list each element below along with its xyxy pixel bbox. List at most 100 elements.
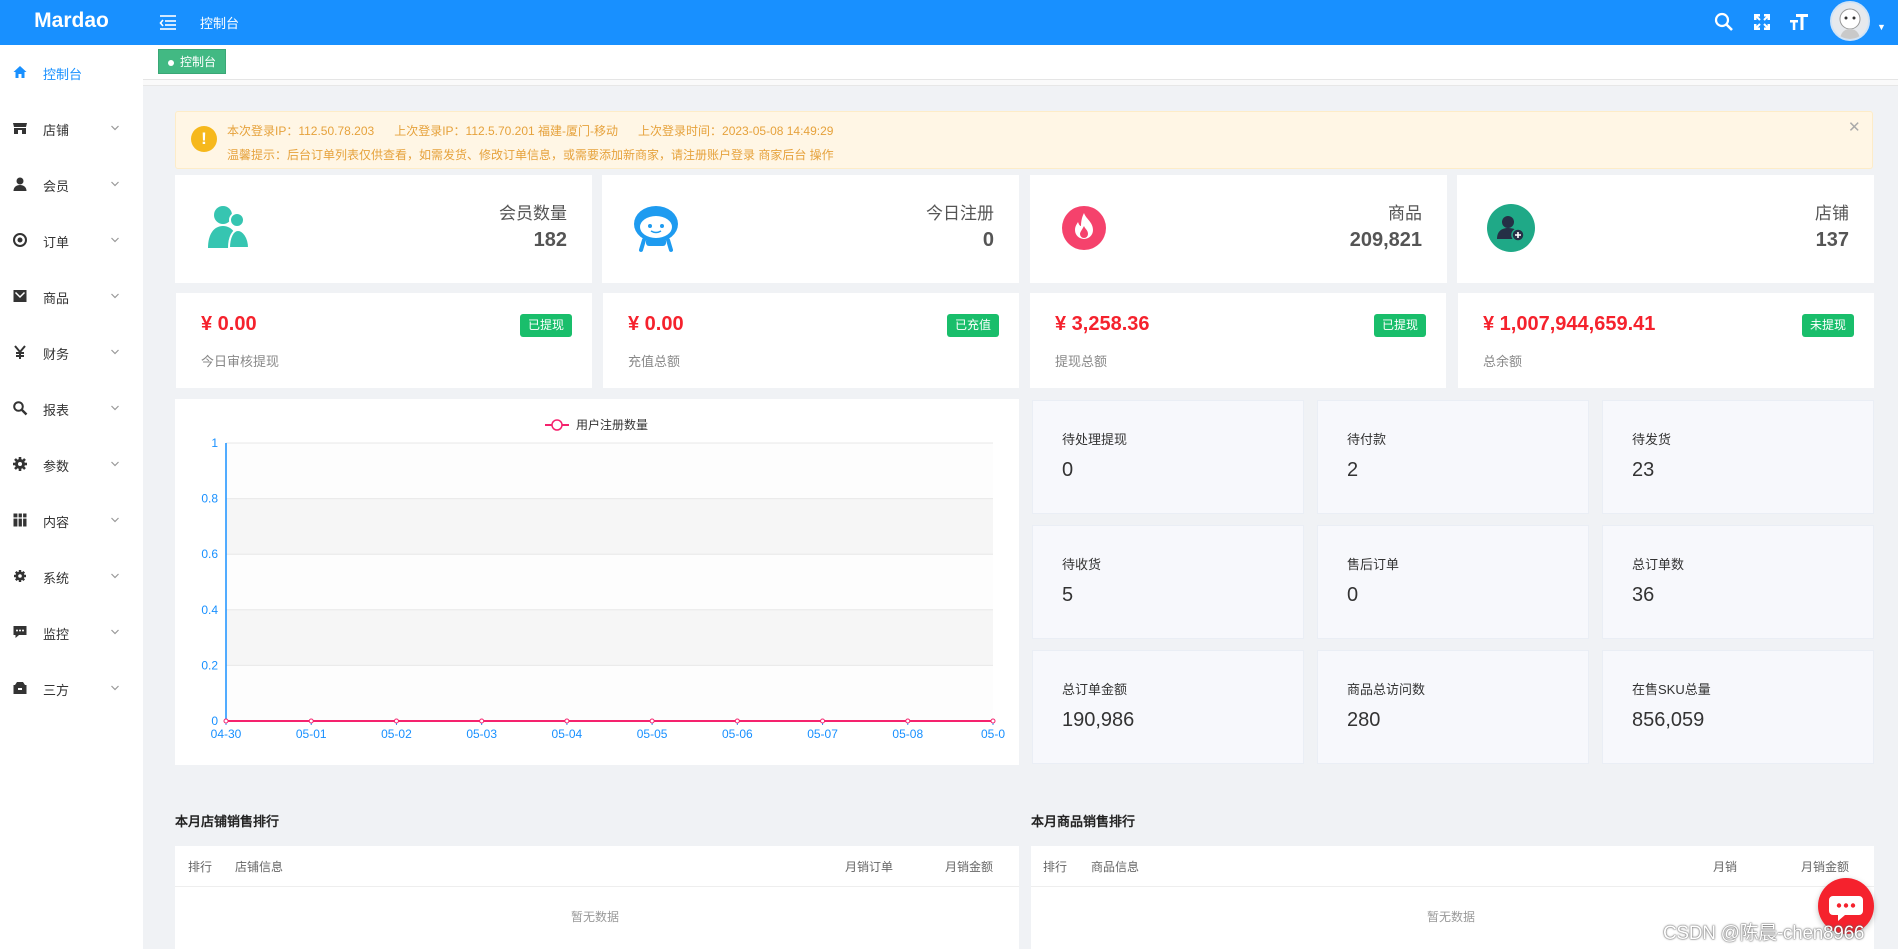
sidebar-item-params[interactable]: 参数 bbox=[0, 444, 143, 484]
message-icon bbox=[12, 624, 28, 640]
avatar-caret-icon[interactable]: ▼ bbox=[1877, 22, 1886, 32]
top-bar: Mardao 控制台 ▼ bbox=[0, 0, 1898, 45]
data-point[interactable] bbox=[649, 718, 655, 724]
sidebar-item-finance[interactable]: 财务 bbox=[0, 332, 143, 372]
sidebar-item-dashboard[interactable]: 控制台 bbox=[0, 52, 143, 92]
sidebar-item-content[interactable]: 内容 bbox=[0, 500, 143, 540]
stat-card-shops: 店铺 137 bbox=[1457, 175, 1874, 283]
sidebar-item-report[interactable]: 报表 bbox=[0, 388, 143, 428]
data-point[interactable] bbox=[564, 718, 570, 724]
finance-amount: ¥ 0.00 bbox=[628, 313, 684, 335]
data-point[interactable] bbox=[820, 718, 826, 724]
shop-icon bbox=[12, 120, 28, 136]
kpi-value: 856,059 bbox=[1632, 709, 1705, 731]
kpi-value: 36 bbox=[1632, 584, 1655, 606]
chart-band bbox=[226, 443, 993, 499]
data-point[interactable] bbox=[393, 718, 399, 724]
y-tick-label: 0.8 bbox=[201, 492, 218, 506]
app-logo[interactable]: Mardao bbox=[0, 0, 143, 45]
tabs-bar: 控制台 bbox=[143, 45, 1898, 80]
finance-amount: ¥ 1,007,944,659.41 bbox=[1483, 313, 1656, 335]
chevron-down-icon bbox=[110, 401, 120, 411]
stat-label: 今日注册 bbox=[926, 204, 994, 223]
tab-dashboard[interactable]: 控制台 bbox=[158, 49, 227, 74]
sidebar-item-goods[interactable]: 商品 bbox=[0, 276, 143, 316]
chevron-down-icon bbox=[110, 345, 120, 355]
y-tick-label: 0.2 bbox=[201, 658, 218, 672]
column-header: 排行 bbox=[188, 860, 213, 874]
home-icon bbox=[12, 64, 28, 80]
kpi-label: 总订单金额 bbox=[1062, 682, 1128, 697]
data-point[interactable] bbox=[990, 718, 996, 724]
finance-label: 今日审核提现 bbox=[201, 354, 280, 369]
data-point[interactable] bbox=[223, 718, 229, 724]
finance-label: 充值总额 bbox=[628, 354, 681, 369]
sidebar-item-monitor[interactable]: 监控 bbox=[0, 612, 143, 652]
kpi-value: 190,986 bbox=[1062, 709, 1135, 731]
chevron-down-icon bbox=[110, 121, 120, 131]
kpi-label: 商品总访问数 bbox=[1347, 682, 1426, 697]
data-point[interactable] bbox=[479, 718, 485, 724]
kpi-value: 0 bbox=[1062, 459, 1074, 481]
kpi-value: 23 bbox=[1632, 459, 1655, 481]
y-tick-label: 0.6 bbox=[201, 547, 218, 561]
sidebar-item-label: 商品 bbox=[43, 291, 70, 306]
user-icon bbox=[12, 176, 28, 192]
font-size-icon[interactable] bbox=[1788, 11, 1810, 33]
kpi-total-orders[interactable]: 总订单数 36 bbox=[1602, 525, 1874, 639]
menu-fold-icon[interactable] bbox=[158, 12, 178, 32]
kpi-value: 5 bbox=[1062, 584, 1074, 606]
finance-amount: ¥ 3,258.36 bbox=[1055, 313, 1150, 335]
sidebar-item-label: 参数 bbox=[43, 459, 70, 474]
watermark-text: CSDN @陈晨-chen8966 bbox=[1663, 923, 1865, 944]
stat-card-today-register: 今日注册 0 bbox=[602, 175, 1019, 283]
kpi-pending-receipt[interactable]: 待收货 5 bbox=[1032, 525, 1304, 639]
empty-text: 暂无数据 bbox=[1427, 910, 1476, 924]
kpi-pending-withdraw[interactable]: 待处理提现 0 bbox=[1032, 400, 1304, 514]
finance-card-balance: ¥ 1,007,944,659.41 总余额 未提现 bbox=[1458, 293, 1874, 388]
user-avatar[interactable] bbox=[1830, 1, 1870, 41]
sidebar-item-member[interactable]: 会员 bbox=[0, 164, 143, 204]
data-point[interactable] bbox=[905, 718, 911, 724]
register-chart: 0 0.2 0.4 0.6 0.8 1 04-30 05-01 05-02 05-03 05-04… bbox=[201, 417, 1005, 741]
sidebar-item-thirdparty[interactable]: 三方 bbox=[0, 668, 143, 708]
stat-card-members: 会员数量 182 bbox=[175, 175, 592, 283]
sidebar-item-order[interactable]: 订单 bbox=[0, 220, 143, 260]
status-badge[interactable]: 已提现 bbox=[519, 314, 572, 337]
sidebar-item-label: 报表 bbox=[43, 403, 70, 418]
data-point[interactable] bbox=[308, 718, 314, 724]
fullscreen-icon[interactable] bbox=[1751, 11, 1773, 33]
order-icon bbox=[12, 232, 28, 248]
sidebar-item-label: 店铺 bbox=[43, 123, 70, 138]
stat-card-goods: 商品 209,821 bbox=[1030, 175, 1447, 283]
column-header: 店铺信息 bbox=[235, 860, 284, 874]
status-badge[interactable]: 已充值 bbox=[946, 314, 999, 337]
y-tick-label: 1 bbox=[211, 436, 218, 450]
status-badge[interactable]: 已提现 bbox=[1373, 314, 1426, 337]
chart-legend[interactable]: 用户注册数量 bbox=[545, 417, 648, 432]
sidebar-item-label: 系统 bbox=[43, 571, 70, 586]
column-header: 月销金额 bbox=[945, 860, 994, 874]
kpi-goods-visits[interactable]: 商品总访问数 280 bbox=[1317, 650, 1589, 764]
kpi-label: 待发货 bbox=[1632, 432, 1672, 447]
sidebar-item-shop[interactable]: 店铺 bbox=[0, 108, 143, 148]
status-badge[interactable]: 未提现 bbox=[1801, 314, 1854, 337]
stat-value: 0 bbox=[982, 229, 994, 251]
sidebar-item-system[interactable]: 系统 bbox=[0, 556, 143, 596]
kpi-order-amount[interactable]: 总订单金额 190,986 bbox=[1032, 650, 1304, 764]
close-icon[interactable]: ✕ bbox=[1848, 118, 1861, 136]
kpi-pending-payment[interactable]: 待付款 2 bbox=[1317, 400, 1589, 514]
kpi-after-sale[interactable]: 售后订单 0 bbox=[1317, 525, 1589, 639]
empty-text: 暂无数据 bbox=[571, 910, 620, 924]
sidebar-item-label: 控制台 bbox=[43, 67, 83, 82]
table-header: 排行 商品信息 月销 月销金额 bbox=[1031, 846, 1874, 887]
kpi-sku-total[interactable]: 在售SKU总量 856,059 bbox=[1602, 650, 1874, 764]
x-tick-label: 05-05 bbox=[637, 727, 668, 741]
stat-label: 店铺 bbox=[1815, 204, 1849, 223]
chevron-down-icon bbox=[110, 233, 120, 243]
table-header: 排行 店铺信息 月销订单 月销金额 bbox=[175, 846, 1019, 887]
chevron-down-icon bbox=[110, 177, 120, 187]
search-icon[interactable] bbox=[1713, 11, 1735, 33]
kpi-pending-shipment[interactable]: 待发货 23 bbox=[1602, 400, 1874, 514]
data-point[interactable] bbox=[734, 718, 740, 724]
